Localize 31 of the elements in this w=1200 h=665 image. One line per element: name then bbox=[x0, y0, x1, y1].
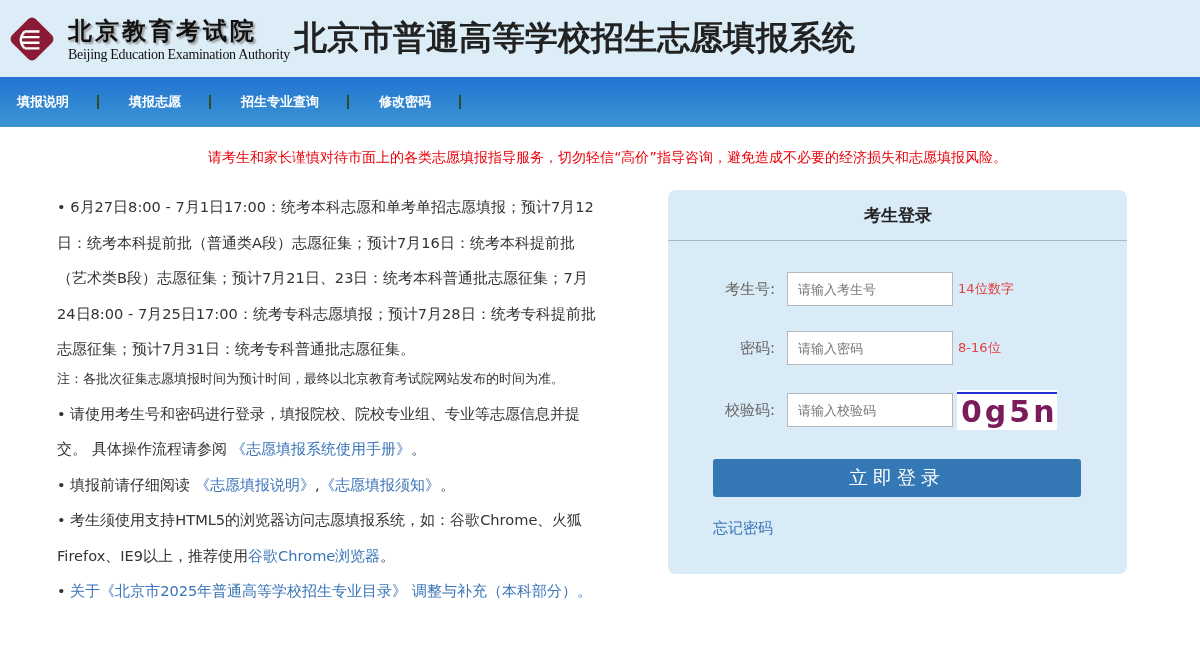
captcha-image[interactable]: 0g5n bbox=[957, 390, 1057, 430]
site-title: 北京市普通高等学校招生志愿填报系统 bbox=[294, 17, 855, 59]
nav-link[interactable]: 修改密码 bbox=[379, 95, 431, 109]
field-label: 考生号: bbox=[723, 279, 775, 299]
notice-text: • 6月27日8:00 - 7月1日17:00：统考本科志愿和单考单招志愿填报；预计7月12日：统考本科提前批（普通类A段）志愿征集；预计7月16日：统考本科提前批（艺术类B段）志愿征集；预计7月21日、23日：统考本科普通批志愿征集；7月24日8:00 - 7月25日17:00：统考专科志愿填报；预计7月28日：统考专科提前批志愿征集；预计7月31日：统考专科普通批志愿征集。 bbox=[57, 197, 597, 359]
nav-link[interactable]: 填报志愿 bbox=[129, 95, 181, 109]
organization-name: 北京教育考试院 bbox=[68, 14, 258, 47]
warning-message: 请考生和家长谨慎对待市面上的各类志愿填报指导服务，切勿轻信“高价”指导咨询，避免造成不必要的经济损失和志愿填报风险。 bbox=[207, 148, 1008, 167]
notice-text: • 填报前请仔细阅读 《志愿填报说明》,《志愿填报须知》。 bbox=[57, 474, 456, 495]
notice-text: • 考生须使用支持HTML5的浏览器访问志愿填报系统，如：谷歌Chrome、火狐Firefox、IE9以上，推荐使用谷歌Chrome浏览器。 bbox=[57, 510, 584, 566]
field-hint: 14位数字 bbox=[958, 280, 1014, 298]
document-link[interactable]: 关于《北京市2025年普通高等学校招生专业目录》 调整与补充（本科部分）。 bbox=[70, 582, 593, 599]
organization-name-english: Beijing Education Examination Authority bbox=[68, 46, 290, 63]
notice-text: 注：各批次征集志愿填报时间为预计时间，最终以北京教育考试院网站发布的时间为准。 bbox=[57, 369, 565, 388]
login-button[interactable]: 立即登录 bbox=[713, 459, 1081, 497]
forgot-password-link[interactable]: 忘记密码 bbox=[713, 519, 773, 538]
input-field[interactable]: 请输入考生号 bbox=[787, 272, 953, 306]
document-link[interactable]: 《志愿填报说明》 bbox=[194, 475, 315, 493]
notice-text: • 请使用考生号和密码进行登录，填报院校、院校专业组、专业等志愿信息并提交。 具体操作流程请参阅 《志愿填报系统使用手册》。 bbox=[57, 403, 582, 459]
login-title: 考生登录 bbox=[668, 190, 1127, 241]
document-link[interactable]: 谷歌Chrome浏览器 bbox=[248, 546, 381, 564]
input-field[interactable]: 请输入密码 bbox=[787, 331, 953, 365]
document-link[interactable]: 《志愿填报系统使用手册》 bbox=[231, 440, 412, 457]
input-field[interactable]: 请输入校验码 bbox=[787, 393, 953, 427]
notice-text: • 关于《北京市2025年普通高等学校招生专业目录》 调整与补充（本科部分）。 bbox=[57, 581, 594, 601]
document-link[interactable]: 《志愿填报须知》 bbox=[319, 475, 440, 493]
field-label: 密码: bbox=[738, 338, 775, 358]
nav-link[interactable]: 填报说明 bbox=[17, 95, 69, 109]
field-label: 校验码: bbox=[723, 400, 775, 420]
field-hint: 8-16位 bbox=[958, 339, 1001, 357]
nav-link[interactable]: 招生专业查询 bbox=[241, 95, 319, 109]
